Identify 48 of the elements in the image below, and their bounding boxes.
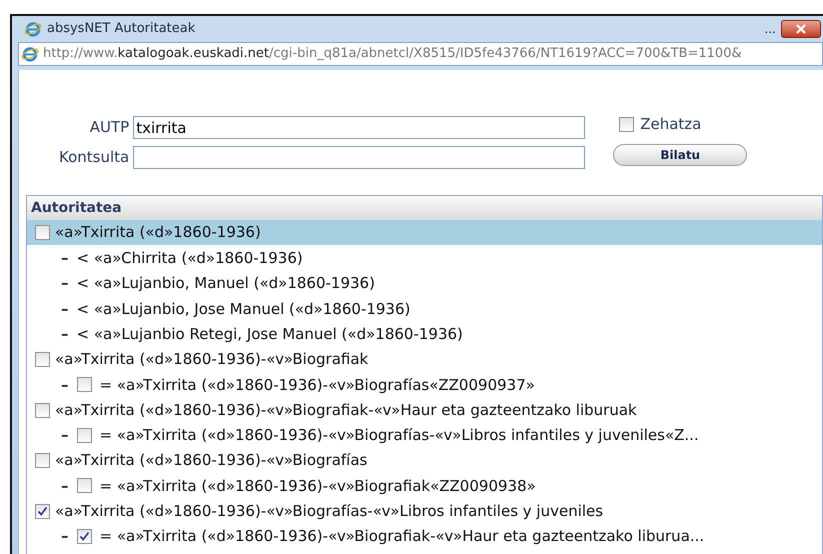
text-field[interactable]: txirrita [133,116,586,139]
dash-marker: – [61,425,68,446]
checkbox[interactable] [35,352,50,367]
dash-marker: – [61,273,68,294]
window-more: ... [764,21,776,38]
search-button[interactable]: Bilatu [613,144,748,166]
authority-text: «a»Txirrita («d»1860-1936)-«v»Biografías-«v»Libros infantiles y juveniles [55,500,604,522]
close-icon [796,24,806,34]
checkbox[interactable] [76,528,92,544]
authority-text: «a»Txirrita («d»1860-1936) [55,222,261,244]
checkmark-icon [78,530,90,542]
reference-text: = «a»Txirrita («d»1860-1936)-«v»Biografiak«ZZ0090938» [100,476,536,496]
checkbox-label: Zehatza [640,114,702,135]
dash-marker: – [61,374,68,396]
window-title: absysNET Autoritateak [47,20,196,38]
field-label: AUTP [88,117,130,138]
reference-text: = «a»Txirrita («d»1860-1936)-«v»Biografías-«v»Libros infantiles y juveniles«Z... [100,425,699,446]
dash-marker: – [61,526,68,547]
checkbox[interactable] [76,428,92,443]
url-text: http://www.katalogoak.euskadi.net/cgi-bin_q81a/abnetcl/X8515/ID5fe43766/NT1619?ACC=700&TB=1100& [43,45,742,64]
dash-marker: – [61,298,68,320]
dash-marker: – [61,324,68,345]
list-row[interactable]: «a»Txirrita («d»1860-1936) [27,220,822,245]
checkbox[interactable] [35,504,50,518]
dash-marker: – [61,248,68,268]
checkbox[interactable] [619,116,634,132]
checkbox[interactable] [35,402,50,418]
reference-text: < «a»Lujanbio Retegi, Jose Manuel («d»1860-1936) [76,324,463,345]
checkbox[interactable] [76,478,92,494]
field-label: Kontsulta [59,147,130,168]
close-button[interactable] [781,20,821,38]
reference-text: = «a»Txirrita («d»1860-1936)-«v»Biografías«ZZ0090937» [100,374,535,396]
dash-marker: – [61,476,68,496]
authority-text: «a»Txirrita («d»1860-1936)-«v»Biografías [55,450,368,472]
checkbox[interactable] [76,377,92,392]
browser-icon [24,20,42,38]
reference-text: < «a»Lujanbio, Manuel («d»1860-1936) [76,273,375,294]
checkbox[interactable] [35,225,50,240]
authority-text: «a»Txirrita («d»1860-1936)-«v»Biografiak-«v»Haur eta gazteentzako liburuak [55,400,637,421]
text-field[interactable] [133,146,586,169]
reference-text: < «a»Chirrita («d»1860-1936) [76,248,303,268]
browser-icon [21,45,39,63]
authority-text: «a»Txirrita («d»1860-1936)-«v»Biografiak [55,349,368,370]
checkbox[interactable] [35,453,50,468]
reference-text: = «a»Txirrita («d»1860-1936)-«v»Biografiak-«v»Haur eta gazteentzako liburua... [100,526,704,547]
column-heading: Autoritatea [31,198,122,218]
checkmark-icon [37,506,48,516]
reference-text: < «a»Lujanbio, Jose Manuel («d»1860-1936) [76,298,410,320]
